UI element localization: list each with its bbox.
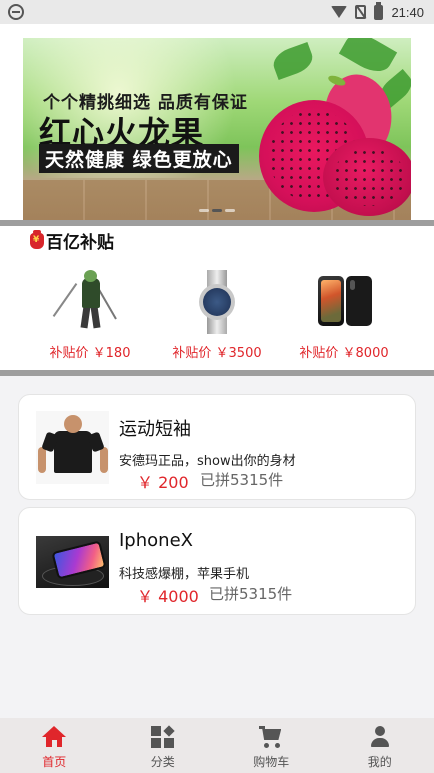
nav-label: 我的 bbox=[367, 755, 392, 769]
section-divider bbox=[0, 370, 434, 376]
nav-item-cart[interactable]: 购物车 bbox=[217, 718, 326, 773]
carousel-indicator bbox=[199, 209, 235, 212]
leaf-decoration bbox=[269, 41, 317, 81]
figure-image bbox=[52, 270, 122, 334]
subsidy-price: 补贴价 ￥3500 bbox=[172, 346, 262, 361]
nav-label: 购物车 bbox=[253, 755, 290, 769]
product-description: 安德玛正品，show出你的身材 bbox=[119, 454, 296, 469]
product-sold-count: 已拼5315件 bbox=[200, 471, 284, 489]
product-card-tshirt[interactable]: 运动短袖 安德玛正品，show出你的身材 ￥ 200 已拼5315件 bbox=[18, 394, 416, 500]
leaf-decoration bbox=[338, 38, 398, 79]
cart-icon bbox=[259, 726, 283, 748]
banner-area: 个个精挑细选 品质有保证 红心火龙果 天然健康 绿色更放心 bbox=[0, 24, 434, 220]
subsidy-price: 补贴价 ￥8000 bbox=[299, 346, 389, 361]
product-card-iphone[interactable]: IphoneX 科技感爆棚，苹果手机 ￥ 4000 已拼5315件 bbox=[18, 507, 416, 615]
subsidy-title: 百亿补贴 bbox=[46, 233, 114, 253]
no-sim-icon bbox=[355, 5, 367, 19]
bottom-navigation: 首页 分类 购物车 我的 bbox=[0, 718, 434, 773]
product-sold-count: 已拼5315件 bbox=[209, 585, 293, 603]
banner-subline: 天然健康 绿色更放心 bbox=[39, 144, 239, 173]
home-icon bbox=[42, 726, 67, 748]
category-icon bbox=[150, 725, 175, 748]
subsidy-price: 补贴价 ￥180 bbox=[49, 346, 131, 361]
product-price: ￥ 200 bbox=[137, 473, 189, 492]
subsidy-item-phone[interactable]: 补贴价 ￥8000 bbox=[284, 270, 404, 361]
nav-item-profile[interactable]: 我的 bbox=[326, 718, 434, 773]
phone-image bbox=[312, 270, 376, 334]
subsidy-header: 百亿补贴 bbox=[30, 228, 114, 253]
user-icon bbox=[368, 726, 392, 748]
watch-image bbox=[185, 270, 249, 334]
product-price: ￥ 4000 bbox=[137, 587, 199, 606]
app-notification-icon bbox=[8, 4, 24, 20]
nav-item-home[interactable]: 首页 bbox=[0, 718, 109, 773]
iphone-image bbox=[36, 536, 109, 588]
status-bar: 21:40 bbox=[0, 0, 434, 24]
nav-label: 首页 bbox=[42, 755, 67, 769]
nav-label: 分类 bbox=[150, 755, 175, 769]
subsidy-section: 百亿补贴 补贴价 ￥180 补贴价 ￥3500 补贴价 ￥8000 bbox=[0, 226, 434, 370]
promo-banner[interactable]: 个个精挑细选 品质有保证 红心火龙果 天然健康 绿色更放心 bbox=[23, 38, 411, 220]
product-description: 科技感爆棚，苹果手机 bbox=[119, 567, 250, 582]
product-name: 运动短袖 bbox=[119, 419, 191, 440]
product-name: IphoneX bbox=[119, 530, 193, 551]
subsidy-item-watch[interactable]: 补贴价 ￥3500 bbox=[157, 270, 277, 361]
money-bag-icon bbox=[30, 229, 44, 249]
status-time: 21:40 bbox=[391, 4, 424, 20]
subsidy-item-figure[interactable]: 补贴价 ￥180 bbox=[30, 270, 150, 361]
nav-item-category[interactable]: 分类 bbox=[109, 718, 218, 773]
wifi-icon bbox=[331, 6, 348, 18]
dragon-fruit-slice bbox=[323, 138, 411, 216]
tshirt-image bbox=[36, 411, 109, 484]
battery-icon bbox=[374, 1, 384, 20]
